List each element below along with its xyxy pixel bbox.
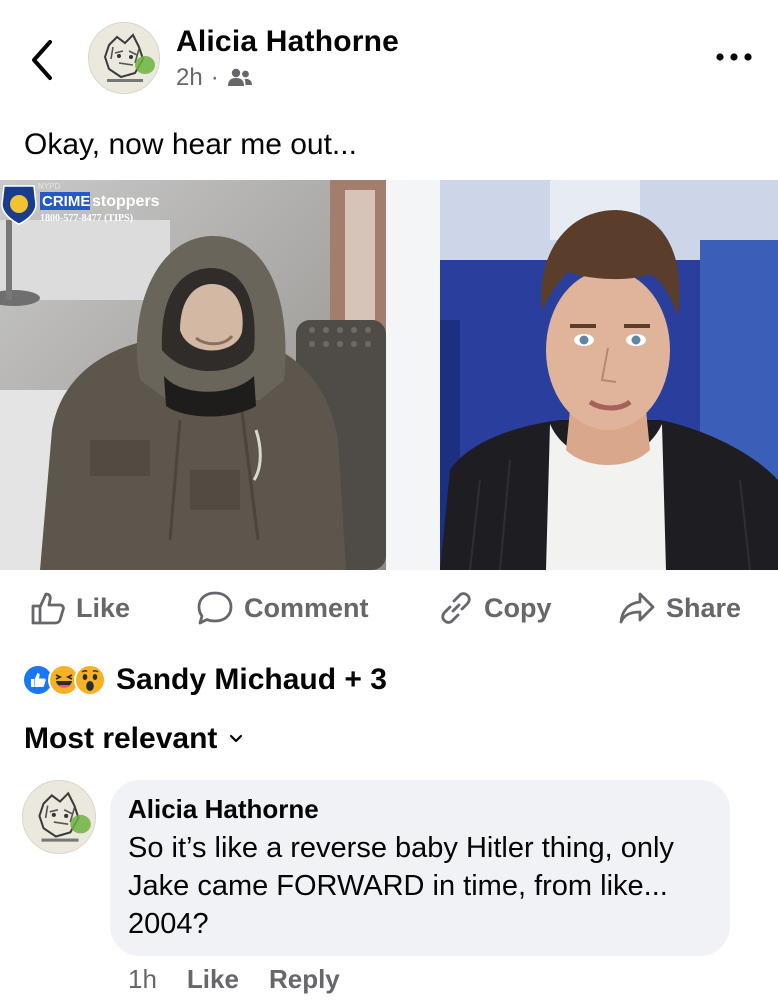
like-label: Like: [76, 592, 131, 623]
more-options-button[interactable]: [712, 42, 756, 72]
portrait-image: [440, 180, 778, 570]
comment-button[interactable]: Comment: [196, 588, 369, 628]
share-label: Share: [666, 592, 742, 623]
comment-footer: 1h Like Reply: [128, 964, 340, 995]
thumbs-up-icon: [31, 592, 65, 625]
share-button[interactable]: Share: [618, 588, 741, 628]
comment-label: Comment: [244, 592, 369, 623]
comment-reply-link[interactable]: Reply: [269, 964, 340, 995]
post-text: Okay, now hear me out...: [24, 128, 357, 161]
post-time[interactable]: 2h: [176, 64, 203, 92]
post-meta: 2h ·: [176, 64, 253, 92]
crime-label: CRIME: [42, 193, 90, 210]
photo-divider: [386, 180, 440, 570]
sort-label: Most relevant: [24, 722, 218, 755]
back-button[interactable]: [24, 38, 60, 82]
comment-like-link[interactable]: Like: [187, 964, 239, 995]
tips-phone: 1800-577-8477 (TIPS): [40, 213, 133, 224]
author-avatar[interactable]: [88, 22, 160, 94]
wow-reaction-icon: [74, 664, 106, 696]
comments-sort-dropdown[interactable]: Most relevant: [24, 722, 243, 756]
portrait-photo[interactable]: [440, 180, 778, 570]
chevron-left-icon: [32, 40, 52, 80]
copy-label: Copy: [484, 592, 552, 623]
nypd-badge-icon: NYPD CRIME stoppers 1800-577-8477 (TIPS): [1, 182, 160, 225]
post-photos: NYPD CRIME stoppers 1800-577-8477 (TIPS): [0, 180, 778, 570]
reactions-text: Sandy Michaud + 3: [116, 663, 387, 696]
surveillance-image: [0, 180, 386, 570]
tiger-sketch-icon: [23, 781, 95, 853]
friends-icon: [227, 68, 252, 86]
reactions-summary[interactable]: Sandy Michaud + 3: [22, 660, 387, 700]
comment-time: 1h: [128, 964, 157, 994]
crimestoppers-logo: NYPD CRIME stoppers 1800-577-8477 (TIPS): [0, 180, 180, 233]
speech-bubble-icon: [197, 591, 233, 625]
copy-button[interactable]: Copy: [438, 588, 552, 628]
like-button[interactable]: Like: [30, 588, 130, 628]
link-icon: [441, 592, 471, 624]
post-action-bar: Like Comment Copy Share: [0, 584, 778, 632]
chevron-down-icon: [230, 734, 243, 743]
post-header: Alicia Hathorne 2h ·: [0, 0, 778, 112]
comment-bubble[interactable]: Alicia Hathorne So it’s like a reverse b…: [110, 780, 730, 956]
meta-separator: ·: [210, 64, 219, 91]
reaction-icons: [22, 664, 106, 696]
more-horizontal-icon: [716, 53, 752, 61]
share-arrow-icon: [619, 592, 655, 624]
comment-author-name[interactable]: Alicia Hathorne: [128, 794, 710, 825]
nypd-label: NYPD: [38, 182, 60, 191]
tiger-sketch-icon: [89, 23, 159, 93]
comment-author-avatar[interactable]: [22, 780, 96, 854]
stoppers-label: stoppers: [92, 193, 160, 210]
surveillance-photo[interactable]: NYPD CRIME stoppers 1800-577-8477 (TIPS): [0, 180, 386, 570]
comment-text: So it’s like a reverse baby Hitler thing…: [128, 832, 674, 940]
post-author-name[interactable]: Alicia Hathorne: [176, 25, 399, 59]
